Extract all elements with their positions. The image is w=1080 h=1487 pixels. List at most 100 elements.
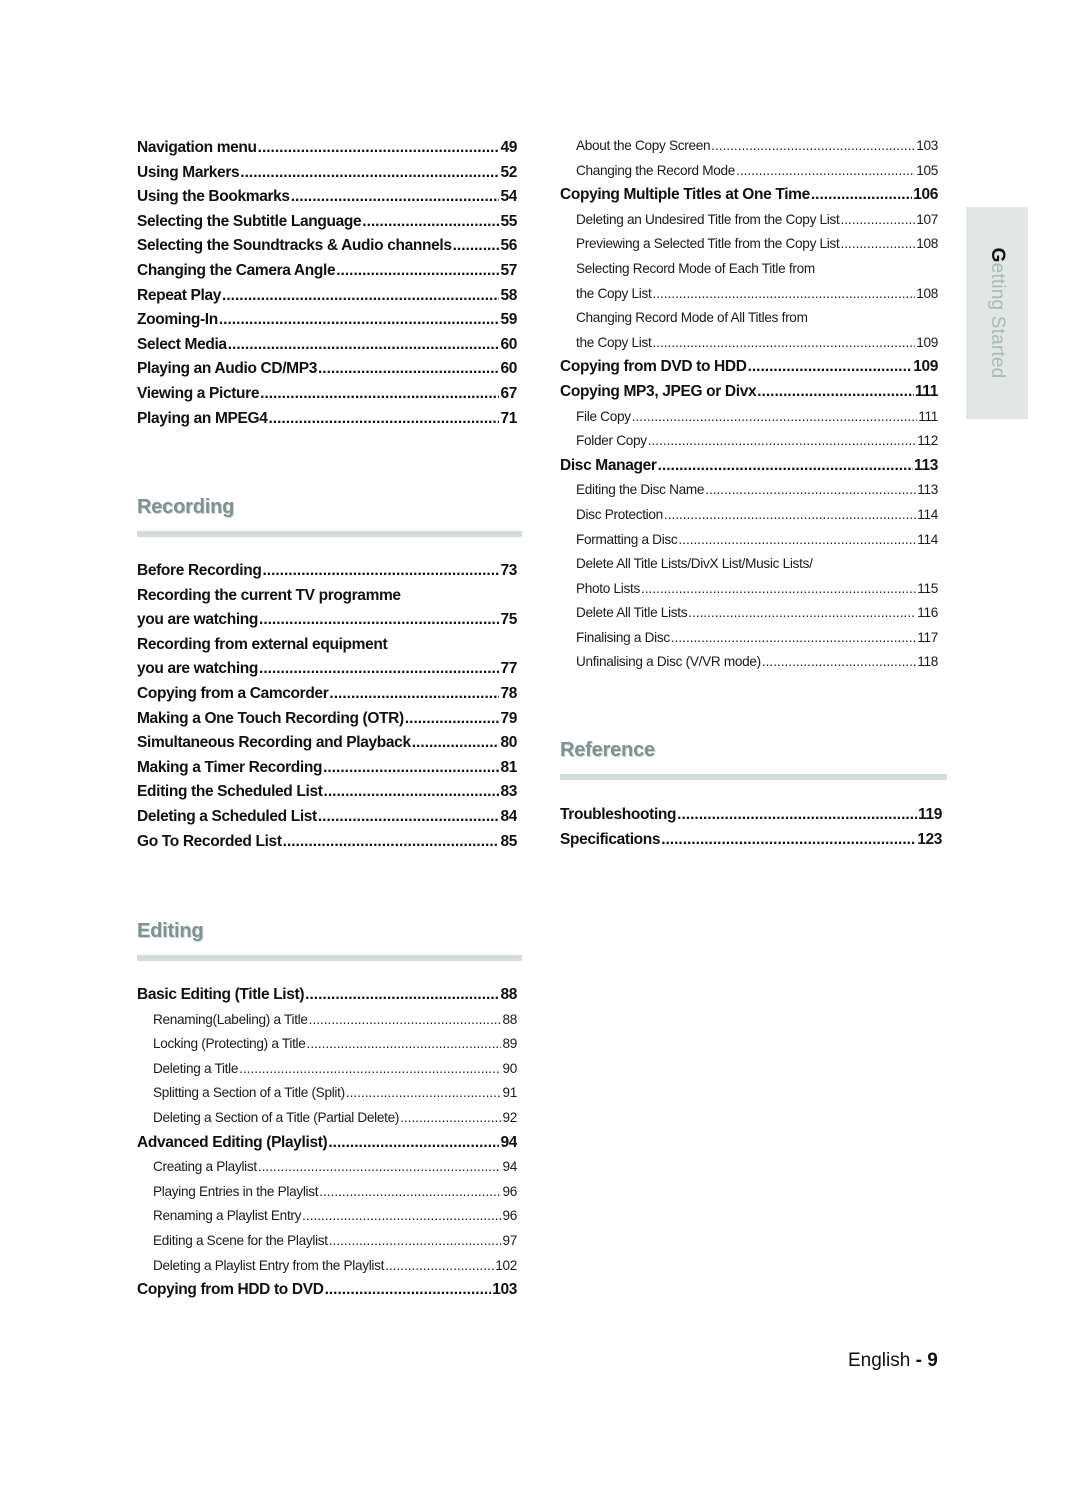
toc-entry[interactable]: Locking (Protecting) a Title 89: [137, 1032, 517, 1057]
toc-entry-page: 111: [918, 408, 938, 424]
toc-entry[interactable]: Troubleshooting 119: [560, 803, 942, 828]
toc-entry[interactable]: Specifications 123: [560, 828, 942, 853]
toc-leader-dots: [258, 136, 500, 161]
toc-entry[interactable]: Editing the Scheduled List 83: [137, 780, 517, 805]
toc-entry-title: File Copy: [576, 408, 631, 424]
toc-entry-title: Copying from a Camcorder: [137, 684, 329, 702]
toc-entry[interactable]: Select Media 60: [137, 333, 517, 358]
toc-entry[interactable]: Editing a Scene for the Playlist 97: [137, 1229, 517, 1254]
toc-leader-dots: [309, 1008, 502, 1033]
toc-entry[interactable]: Splitting a Section of a Title (Split) 91: [137, 1081, 517, 1106]
section-heading-editing: Editing: [137, 920, 204, 942]
toc-entry-page: 116: [917, 605, 938, 621]
toc-entry[interactable]: Basic Editing (Title List) 88: [137, 983, 517, 1008]
toc-entry[interactable]: Editing the Disc Name 113: [560, 478, 938, 503]
toc-entry[interactable]: Selecting the Subtitle Language 55: [137, 210, 517, 235]
toc-entry[interactable]: About the Copy Screen 103: [560, 134, 938, 159]
toc-entry[interactable]: Copying from DVD to HDD 109: [560, 355, 938, 380]
toc-entry[interactable]: Creating a Playlist 94: [137, 1155, 517, 1180]
toc-entry[interactable]: Deleting an Undesired Title from the Cop…: [560, 208, 938, 233]
toc-entry[interactable]: Copying Multiple Titles at One Time 106: [560, 183, 938, 208]
toc-entry[interactable]: Navigation menu 49: [137, 136, 517, 161]
toc-entry[interactable]: Photo Lists 115: [560, 577, 938, 602]
toc-entry-title: Deleting a Section of a Title (Partial D…: [153, 1109, 400, 1125]
toc-entry[interactable]: File Copy 111: [560, 405, 938, 430]
toc-entry[interactable]: you are watching 75: [137, 608, 517, 633]
toc-entry[interactable]: Changing the Record Mode 105: [560, 159, 938, 184]
toc-entry-page: 80: [500, 734, 517, 752]
toc-left-column: Navigation menu 49 Using Markers 52 Using th…: [137, 136, 517, 431]
footer-separator: -: [910, 1350, 928, 1371]
toc-entry[interactable]: Copying MP3, JPEG or Divx 111: [560, 380, 938, 405]
toc-leader-dots: [677, 803, 917, 828]
toc-entry[interactable]: Deleting a Title 90: [137, 1057, 517, 1082]
toc-entry[interactable]: Making a Timer Recording 81: [137, 756, 517, 781]
toc-entry-title: Editing the Disc Name: [576, 482, 705, 498]
toc-entry[interactable]: Go To Recorded List 85: [137, 830, 517, 855]
toc-entry[interactable]: Renaming(Labeling) a Title 88: [137, 1008, 517, 1033]
toc-entry-title: Using the Bookmarks: [137, 188, 290, 206]
page-footer: English - 9: [848, 1350, 938, 1372]
toc-entry-title: Selecting the Soundtracks & Audio channe…: [137, 237, 452, 255]
toc-entry[interactable]: Changing the Camera Angle 57: [137, 259, 517, 284]
toc-entry[interactable]: Making a One Touch Recording (OTR) 79: [137, 707, 517, 732]
toc-leader-dots: [329, 1229, 502, 1254]
toc-entry[interactable]: Renaming a Playlist Entry 96: [137, 1204, 517, 1229]
toc-entry[interactable]: Finalising a Disc 117: [560, 626, 938, 651]
toc-entry[interactable]: Recording the current TV programme: [137, 584, 517, 609]
toc-entry[interactable]: Changing Record Mode of All Titles from: [560, 306, 938, 331]
toc-entry[interactable]: Using the Bookmarks 54: [137, 185, 517, 210]
toc-entry-title: Playing an MPEG4: [137, 409, 268, 427]
toc-entry-title: Formatting a Disc: [576, 531, 678, 547]
toc-entry-page: 108: [916, 285, 938, 301]
toc-entry[interactable]: Deleting a Scheduled List 84: [137, 805, 517, 830]
chapter-side-tab[interactable]: Getting Started: [966, 207, 1028, 419]
toc-entry[interactable]: Deleting a Section of a Title (Partial D…: [137, 1106, 517, 1131]
toc-entry-page: 89: [502, 1036, 517, 1052]
footer-language: English: [848, 1350, 911, 1371]
toc-entry[interactable]: Simultaneous Recording and Playback 80: [137, 731, 517, 756]
toc-entry[interactable]: Selecting Record Mode of Each Title from: [560, 257, 938, 282]
toc-entry-title: Recording from external equipment: [137, 635, 388, 653]
toc-entry-page: 119: [918, 806, 942, 823]
toc-entry[interactable]: Repeat Play 58: [137, 284, 517, 309]
toc-entry-title: Selecting the Subtitle Language: [137, 212, 362, 230]
toc-entry[interactable]: Unfinalising a Disc (V/VR mode) 118: [560, 650, 938, 675]
toc-leader-dots: [762, 650, 916, 675]
toc-leader-dots: [269, 407, 500, 432]
toc-entry[interactable]: Delete All Title Lists/DivX List/Music L…: [560, 552, 938, 577]
section-rule-recording: [137, 531, 522, 537]
toc-entry[interactable]: the Copy List 108: [560, 282, 938, 307]
toc-entry[interactable]: Copying from a Camcorder 78: [137, 682, 517, 707]
toc-entry[interactable]: Zooming-In 59: [137, 308, 517, 333]
toc-entry[interactable]: Formatting a Disc 114: [560, 528, 938, 553]
toc-entry[interactable]: Copying from HDD to DVD 103: [137, 1278, 517, 1303]
toc-entry[interactable]: the Copy List 109: [560, 331, 938, 356]
toc-entry-page: 49: [500, 139, 517, 156]
toc-leader-dots: [757, 380, 914, 405]
toc-entry[interactable]: Disc Manager 113: [560, 454, 938, 479]
toc-entry[interactable]: Viewing a Picture 67: [137, 382, 517, 407]
toc-entry[interactable]: Folder Copy 112: [560, 429, 938, 454]
toc-entry[interactable]: Playing an MPEG4 71: [137, 407, 517, 432]
toc-entry[interactable]: you are watching 77: [137, 657, 517, 682]
toc-entry[interactable]: Playing Entries in the Playlist 96: [137, 1180, 517, 1205]
toc-entry-title: Delete All Title Lists: [576, 605, 688, 621]
toc-leader-dots: [329, 682, 499, 707]
toc-entry[interactable]: Delete All Title Lists 116: [560, 601, 938, 626]
toc-entry[interactable]: Before Recording 73: [137, 559, 517, 584]
toc-entry-title: Selecting Record Mode of Each Title from: [576, 260, 815, 276]
toc-entry[interactable]: Playing an Audio CD/MP3 60: [137, 357, 517, 382]
toc-leader-dots: [228, 333, 500, 358]
toc-entry[interactable]: Recording from external equipment: [137, 633, 517, 658]
toc-entry-title: Photo Lists: [576, 580, 640, 596]
toc-entry[interactable]: Using Markers 52: [137, 161, 517, 186]
toc-entry-page: 102: [495, 1257, 517, 1273]
toc-entry-title: Navigation menu: [137, 139, 257, 156]
toc-leader-dots: [658, 454, 913, 479]
toc-entry[interactable]: Previewing a Selected Title from the Cop…: [560, 232, 938, 257]
toc-entry[interactable]: Selecting the Soundtracks & Audio channe…: [137, 234, 517, 259]
toc-entry[interactable]: Deleting a Playlist Entry from the Playl…: [137, 1254, 517, 1279]
toc-entry[interactable]: Disc Protection 114: [560, 503, 938, 528]
toc-entry[interactable]: Advanced Editing (Playlist) 94: [137, 1131, 517, 1156]
